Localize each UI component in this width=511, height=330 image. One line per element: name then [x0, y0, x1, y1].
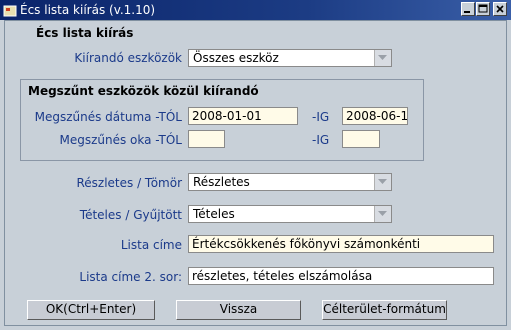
datum-from-input[interactable]: 2008-01-01 — [188, 107, 298, 125]
oka-to-label: -IG — [312, 133, 330, 147]
chevron-down-icon — [378, 55, 387, 60]
kiirando-value: Összes eszköz — [193, 51, 279, 65]
reszletes-select[interactable]: Részletes — [188, 173, 392, 191]
reszletes-dropdown-button[interactable] — [374, 174, 391, 190]
form-heading: Écs lista kiírás — [36, 26, 134, 40]
group-title: Megszűnt eszközök közül kiírandó — [28, 84, 259, 98]
teteles-dropdown-button[interactable] — [374, 206, 391, 222]
lista-cime2-label: Lista címe 2. sor: — [79, 270, 182, 284]
oka-from-input[interactable] — [188, 130, 225, 148]
vissza-button[interactable]: Vissza — [176, 300, 301, 320]
maximize-button[interactable] — [476, 2, 490, 16]
kiirando-dropdown-button[interactable] — [374, 50, 391, 66]
kiirando-label: Kiírandó eszközök — [74, 51, 182, 65]
minimize-icon — [464, 11, 470, 13]
close-button[interactable] — [493, 2, 507, 16]
close-icon — [496, 5, 504, 13]
kiirando-select[interactable]: Összes eszköz — [188, 49, 392, 67]
dialog-window: Écs lista kiírás (v.1.10) Écs lista kiír… — [0, 0, 511, 330]
restore-icon — [478, 4, 488, 13]
reszletes-value: Részletes — [193, 175, 250, 189]
datum-to-label: -IG — [312, 110, 330, 124]
datum-to-input[interactable]: 2008-06-16 — [342, 107, 408, 125]
ok-button[interactable]: OK(Ctrl+Enter) — [27, 300, 155, 320]
oka-label: Megszűnés oka -TÓL — [59, 133, 182, 147]
lista-cime-input[interactable]: Értékcsökkenés főkönyvi számonkénti — [188, 235, 494, 253]
teteles-value: Tételes — [193, 207, 235, 221]
chevron-down-icon — [378, 211, 387, 216]
teteles-select[interactable]: Tételes — [188, 205, 392, 223]
minimize-button[interactable] — [461, 2, 475, 16]
form-panel: Écs lista kiírás Kiírandó eszközök Össze… — [4, 20, 507, 326]
window-title: Écs lista kiírás (v.1.10) — [20, 3, 156, 17]
lista-cime2-input[interactable]: részletes, tételes elszámolása — [188, 267, 494, 285]
app-icon — [3, 3, 17, 17]
chevron-down-icon — [378, 179, 387, 184]
lista-cime-label: Lista címe — [120, 238, 182, 252]
title-bar[interactable]: Écs lista kiírás (v.1.10) — [0, 0, 511, 20]
teteles-label: Tételes / Gyűjtött — [79, 208, 182, 222]
oka-to-input[interactable] — [342, 130, 380, 148]
datum-label: Megszűnés dátuma -TÓL — [34, 110, 182, 124]
reszletes-label: Részletes / Tömör — [76, 176, 182, 190]
celterulet-button[interactable]: Célterület-formátum — [322, 300, 447, 320]
